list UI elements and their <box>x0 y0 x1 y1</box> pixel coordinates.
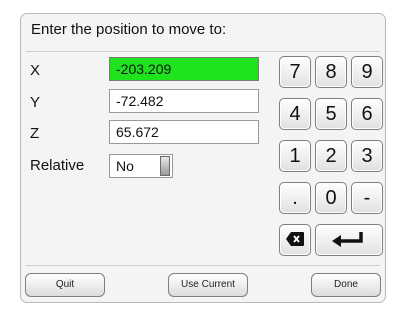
key-7[interactable]: 7 <box>279 56 311 88</box>
key-1[interactable]: 1 <box>279 140 311 172</box>
key-3[interactable]: 3 <box>351 140 383 172</box>
title-divider <box>26 51 380 52</box>
z-field[interactable] <box>109 120 259 144</box>
quit-button[interactable]: Quit <box>25 273 105 297</box>
key-4[interactable]: 4 <box>279 98 311 130</box>
key-8[interactable]: 8 <box>315 56 347 88</box>
relative-label: Relative <box>30 157 85 174</box>
key-dot[interactable]: . <box>279 182 311 214</box>
enter-key[interactable] <box>315 224 383 256</box>
y-label: Y <box>30 94 41 111</box>
key-0[interactable]: 0 <box>315 182 347 214</box>
relative-toggle-value: No <box>116 158 134 174</box>
relative-toggle[interactable]: No <box>109 154 173 178</box>
enter-icon <box>332 232 363 247</box>
backspace-key[interactable] <box>279 224 311 256</box>
y-field[interactable] <box>109 89 259 113</box>
x-label: X <box>30 62 41 79</box>
z-label: Z <box>30 125 40 142</box>
key-6[interactable]: 6 <box>351 98 383 130</box>
dialog-title: Enter the position to move to: <box>31 21 227 38</box>
backspace-icon <box>286 232 304 246</box>
done-button[interactable]: Done <box>311 273 381 297</box>
footer-divider <box>26 265 380 266</box>
toggle-knob[interactable] <box>160 156 170 176</box>
key-2[interactable]: 2 <box>315 140 347 172</box>
move-position-dialog: Enter the position to move to: X Y Z Rel… <box>20 13 386 303</box>
use-current-button[interactable]: Use Current <box>168 273 248 297</box>
key-minus[interactable]: - <box>351 182 383 214</box>
key-5[interactable]: 5 <box>315 98 347 130</box>
key-9[interactable]: 9 <box>351 56 383 88</box>
x-field[interactable] <box>109 57 259 81</box>
